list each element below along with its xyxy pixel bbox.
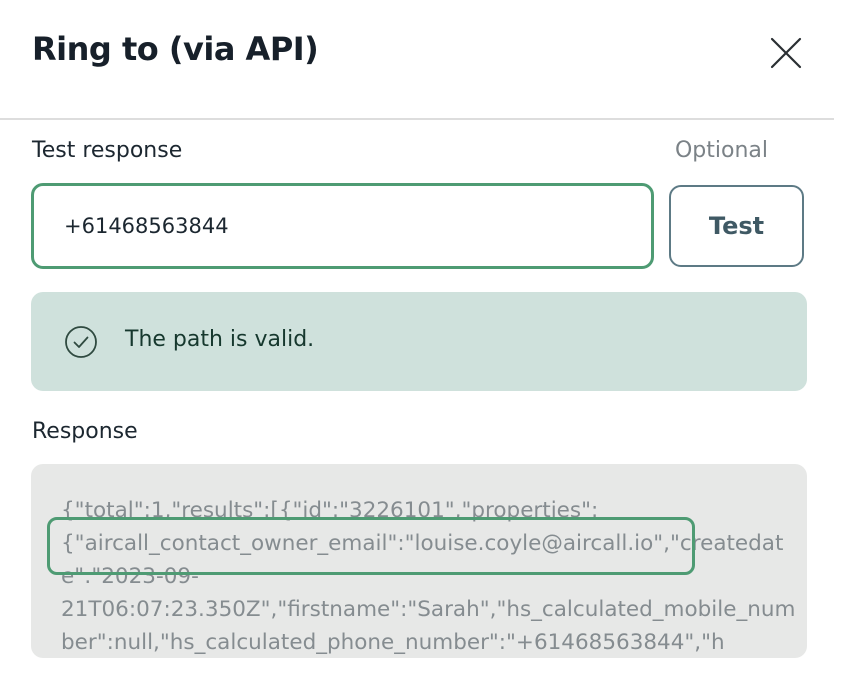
response-box[interactable]: {"total":1,"results":[{"id":"3226101","p… [31,464,807,658]
optional-label: Optional [674,138,768,163]
close-icon [770,37,802,69]
response-text: {"total":1,"results":[{"id":"3226101","p… [61,498,796,655]
dialog-header: Ring to (via API) [0,0,834,120]
test-response-field-wrapper [31,183,654,269]
valid-path-alert: The path is valid. [31,292,807,391]
response-label: Response [32,419,138,444]
check-circle-icon [65,326,97,358]
dialog-title: Ring to (via API) [32,30,319,68]
test-response-input[interactable] [34,186,624,266]
close-button[interactable] [766,36,806,72]
test-response-label: Test response [32,138,183,163]
ring-to-dialog: Ring to (via API) Test response Optional… [0,0,848,698]
alert-message: The path is valid. [125,327,315,352]
test-button[interactable]: Test [669,185,804,267]
